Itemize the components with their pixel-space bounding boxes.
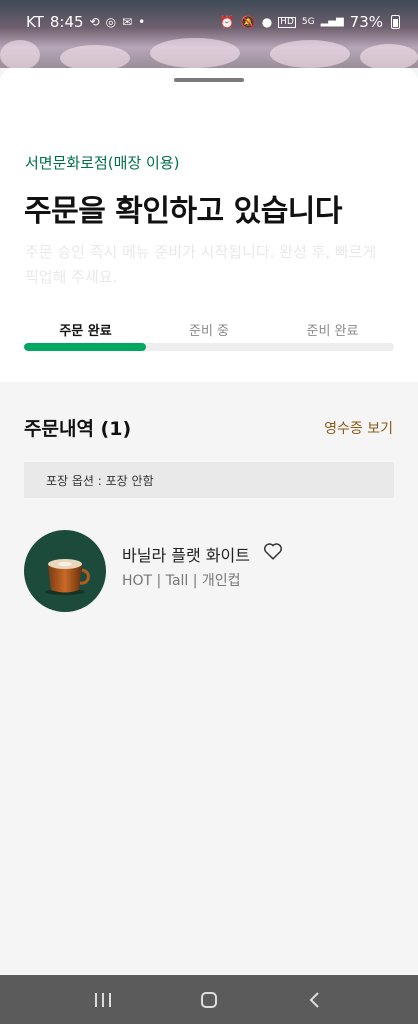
sync-icon: ⟲ [89, 15, 100, 29]
status-bar: KT 8:45 ⟲ ◎ ✉ • ⏰ 🔕 ● HD 5G ▂▄▆ 73% [0, 0, 418, 68]
order-steps: 주문 완료 준비 중 준비 완료 [24, 320, 394, 339]
clock: 8:45 [49, 13, 84, 31]
status-description: 주문 승인 즉시 메뉴 준비가 시작됩니다. 완성 후, 빠르게 픽업해 주세요… [25, 243, 377, 286]
location-icon: ● [261, 15, 273, 29]
instagram-icon: ◎ [105, 15, 117, 29]
carrier-label: KT [26, 13, 44, 31]
5g-icon: 5G [301, 16, 315, 27]
recent-apps-icon[interactable] [83, 980, 123, 1020]
back-icon[interactable] [295, 980, 335, 1020]
packing-option-label: 포장 옵션 : 포장 안함 [46, 473, 154, 488]
wallpaper-blossom [60, 45, 130, 68]
sheet-drag-handle[interactable] [174, 78, 244, 82]
view-receipt-link[interactable]: 영수증 보기 [324, 418, 393, 438]
drink-thumbnail [24, 530, 106, 612]
step-ready: 준비 완료 [306, 324, 359, 339]
talk-icon: ✉ [122, 15, 133, 29]
dot-icon: • [138, 15, 146, 29]
store-name: 서면문화로점(매장 이용) [25, 154, 180, 172]
signal-icon: ▂▄▆ [320, 16, 344, 27]
battery-icon [391, 15, 400, 29]
home-icon[interactable] [189, 980, 229, 1020]
wallpaper-blossom [360, 44, 418, 68]
wallpaper-blossom [0, 40, 40, 68]
step-order-complete: 주문 완료 [59, 324, 112, 339]
order-progress-bar [24, 343, 394, 351]
battery-percent: 73% [349, 13, 383, 31]
heart-outline-icon[interactable] [262, 540, 284, 562]
alarm-icon: ⏰ [219, 15, 235, 29]
item-name: 바닐라 플랫 화이트 [122, 546, 250, 565]
step-preparing: 준비 중 [188, 324, 229, 339]
order-history-title: 주문내역 (1) [24, 418, 132, 440]
wallpaper-blossom [270, 40, 350, 68]
order-history-section: 주문내역 (1) 영수증 보기 포장 옵션 : 포장 안함 바닐라 플랫 화이트… [0, 382, 418, 975]
hd-icon: HD [278, 16, 296, 28]
order-status-sheet: 서면문화로점(매장 이용) 주문을 확인하고 있습니다 주문 승인 즉시 메뉴 … [0, 68, 418, 382]
wallpaper-blossom [150, 38, 240, 68]
page-title: 주문을 확인하고 있습니다 [24, 194, 343, 229]
item-options: HOT | Tall | 개인컵 [122, 573, 241, 589]
order-progress-fill [24, 343, 147, 351]
mute-icon: 🔕 [240, 15, 256, 29]
order-item: 바닐라 플랫 화이트 HOT | Tall | 개인컵 [24, 530, 394, 614]
packing-option-box: 포장 옵션 : 포장 안함 [24, 462, 394, 498]
system-nav-bar [0, 975, 418, 1024]
